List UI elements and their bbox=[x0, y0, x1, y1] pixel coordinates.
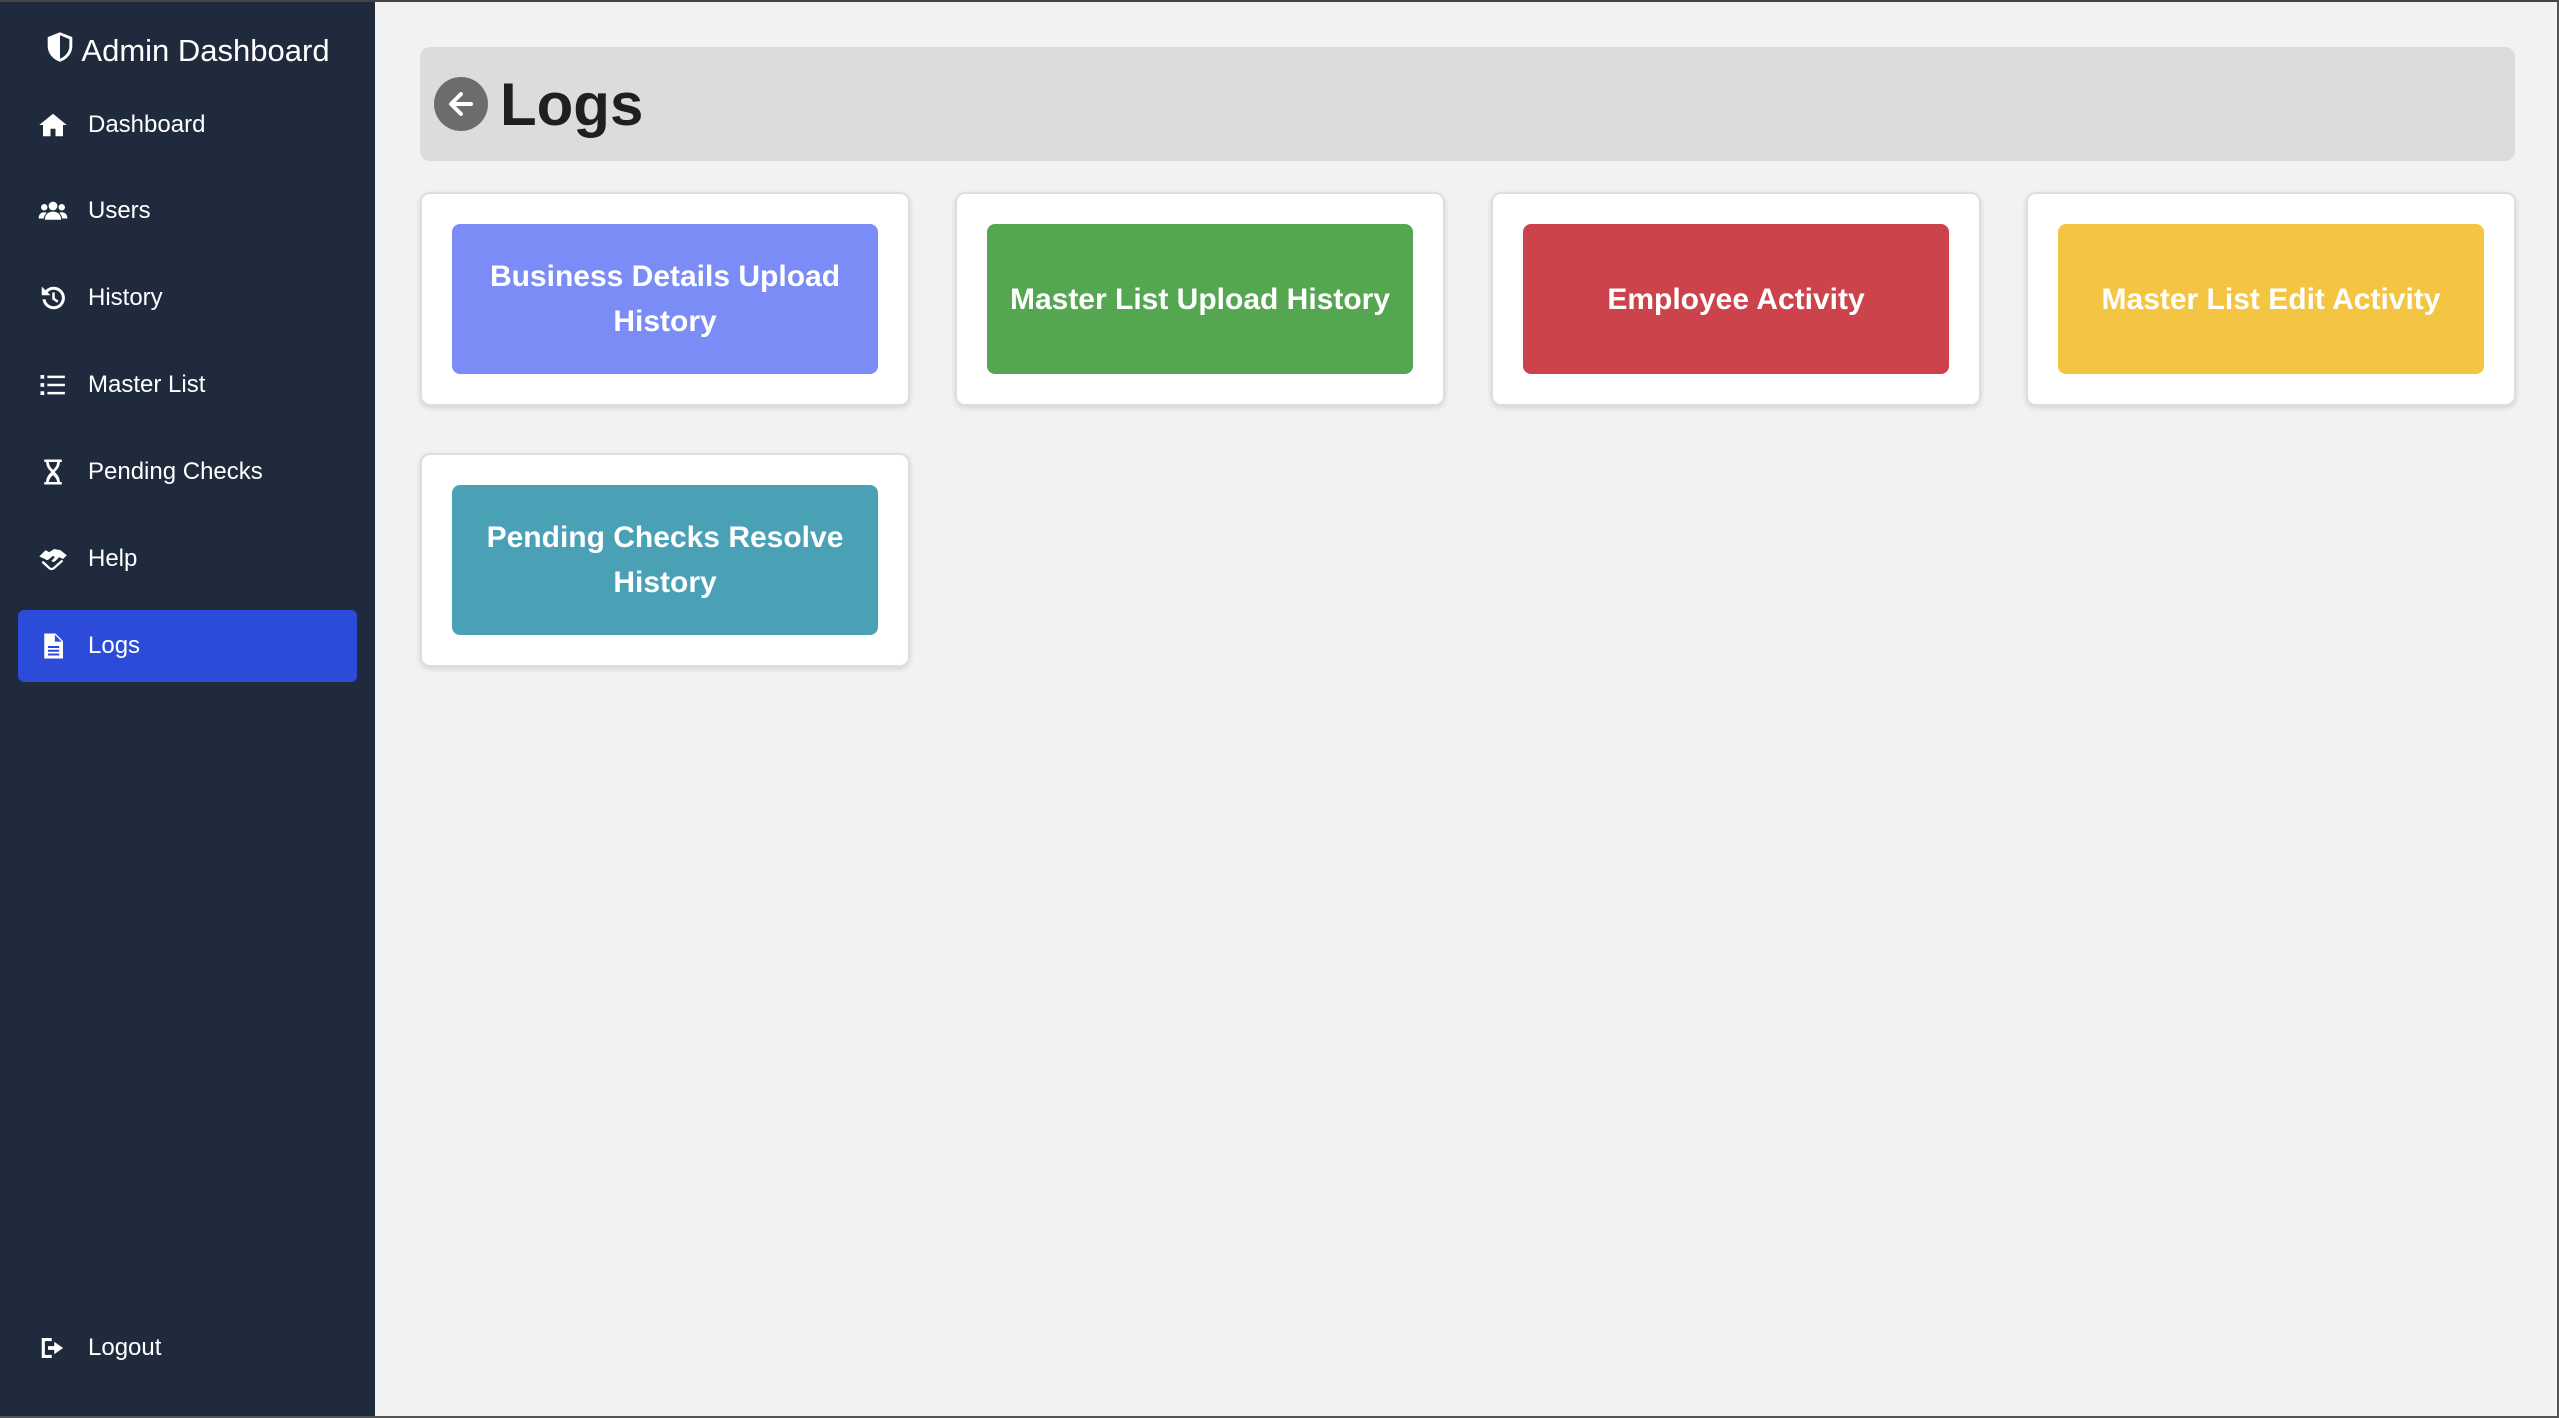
list-icon bbox=[38, 369, 74, 401]
sidebar-item-help[interactable]: Help bbox=[18, 523, 357, 595]
sidebar-item-users[interactable]: Users bbox=[18, 175, 357, 247]
home-icon bbox=[38, 109, 74, 141]
sidebar-item-history[interactable]: History bbox=[18, 262, 357, 334]
arrow-left-icon bbox=[449, 92, 473, 116]
log-card-employee-activity: Employee Activity bbox=[1491, 192, 1981, 406]
file-icon bbox=[38, 630, 74, 662]
logout-label: Logout bbox=[88, 1334, 162, 1361]
log-card-business-details: Business Details Upload History bbox=[420, 192, 910, 406]
sidebar-item-label: Pending Checks bbox=[88, 458, 263, 485]
users-icon bbox=[38, 195, 74, 227]
sidebar-item-label: Dashboard bbox=[88, 111, 206, 138]
log-card-master-list-edit: Master List Edit Activity bbox=[2026, 192, 2516, 406]
handshake-icon bbox=[38, 543, 74, 575]
app-window: Admin Dashboard Dashboard Users History bbox=[0, 0, 2559, 1418]
sidebar-item-master-list[interactable]: Master List bbox=[18, 349, 357, 421]
sidebar-item-pending-checks[interactable]: Pending Checks bbox=[18, 436, 357, 508]
brand: Admin Dashboard bbox=[0, 28, 375, 74]
sidebar-item-label: Help bbox=[88, 545, 138, 572]
sidebar-item-label: Users bbox=[88, 197, 151, 224]
master-list-edit-activity-button[interactable]: Master List Edit Activity bbox=[2058, 224, 2484, 374]
sidebar-item-label: Master List bbox=[88, 371, 206, 398]
pending-checks-resolve-history-button[interactable]: Pending Checks Resolve History bbox=[452, 485, 878, 635]
back-button[interactable] bbox=[434, 77, 488, 131]
master-list-upload-history-button[interactable]: Master List Upload History bbox=[987, 224, 1413, 374]
page-header: Logs bbox=[420, 47, 2515, 161]
sidebar-item-label: History bbox=[88, 284, 163, 311]
logout-button[interactable]: Logout bbox=[18, 1312, 357, 1384]
business-details-upload-history-button[interactable]: Business Details Upload History bbox=[452, 224, 878, 374]
shield-icon bbox=[45, 31, 81, 71]
page-title: Logs bbox=[500, 70, 644, 138]
sidebar-item-dashboard[interactable]: Dashboard bbox=[18, 89, 357, 161]
log-card-pending-checks-resolve: Pending Checks Resolve History bbox=[420, 453, 910, 667]
log-card-master-list-upload: Master List Upload History bbox=[955, 192, 1445, 406]
sidebar-item-label: Logs bbox=[88, 632, 141, 659]
sidebar-item-logs[interactable]: Logs bbox=[18, 610, 357, 682]
logout-icon bbox=[38, 1332, 74, 1364]
brand-title: Admin Dashboard bbox=[81, 33, 330, 68]
hourglass-icon bbox=[38, 456, 74, 488]
history-icon bbox=[38, 282, 74, 314]
employee-activity-button[interactable]: Employee Activity bbox=[1523, 224, 1949, 374]
sidebar: Admin Dashboard Dashboard Users History bbox=[0, 2, 375, 1416]
